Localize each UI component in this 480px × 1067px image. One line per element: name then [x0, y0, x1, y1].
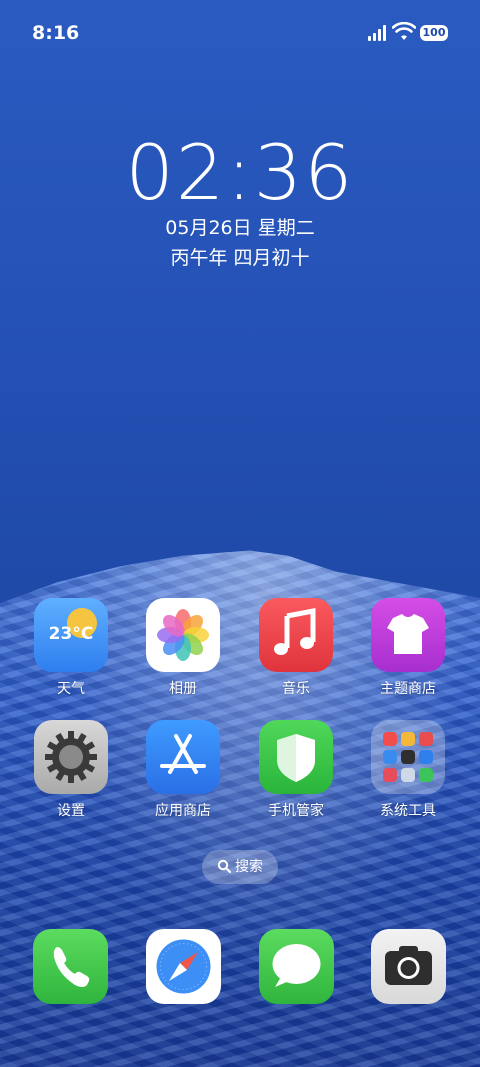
- app-label: 应用商店: [155, 803, 211, 819]
- app-label: 音乐: [282, 681, 310, 697]
- weather-temp: 23°C: [48, 624, 94, 644]
- app-weather[interactable]: 23°C 天气: [21, 598, 121, 698]
- app-app-store[interactable]: 应用商店: [133, 720, 233, 820]
- app-theme-store[interactable]: 主题商店: [358, 598, 458, 698]
- dock-browser[interactable]: [146, 929, 221, 1004]
- app-label: 主题商店: [380, 681, 436, 697]
- weather-icon: 23°C: [34, 598, 108, 672]
- app-label: 手机管家: [268, 803, 324, 819]
- camera-icon: [385, 946, 432, 985]
- status-bar: 8:16 100: [0, 0, 480, 64]
- phone-icon: [53, 947, 90, 987]
- gallery-icon: [146, 598, 220, 672]
- dock-camera[interactable]: [371, 929, 446, 1004]
- folder-system-tools[interactable]: 系统工具: [358, 720, 458, 820]
- status-time: 8:16: [32, 22, 80, 44]
- shield-icon: [259, 720, 333, 794]
- clock-time[interactable]: 02:36: [0, 128, 480, 217]
- app-phone-manager[interactable]: 手机管家: [246, 720, 346, 820]
- gear-icon: [34, 720, 108, 794]
- dock-messages[interactable]: [259, 929, 334, 1004]
- search-label: 搜索: [235, 859, 263, 875]
- music-icon: [259, 598, 333, 672]
- message-bubble-icon: [272, 944, 321, 987]
- dock-phone[interactable]: [33, 929, 108, 1004]
- app-gallery[interactable]: 相册: [133, 598, 233, 698]
- folder-icon: [371, 720, 445, 794]
- app-music[interactable]: 音乐: [246, 598, 346, 698]
- search-button[interactable]: 搜索: [202, 850, 278, 884]
- signal-icon: [368, 25, 388, 41]
- search-icon: [217, 859, 231, 873]
- app-label: 设置: [57, 803, 85, 819]
- theme-store-icon: [371, 598, 445, 672]
- lunar-date: 丙午年 四月初十: [170, 247, 310, 269]
- app-label: 系统工具: [380, 803, 436, 819]
- app-label: 相册: [169, 681, 197, 697]
- app-label: 天气: [57, 681, 85, 697]
- wifi-icon: [392, 22, 416, 40]
- battery-icon: 100: [420, 25, 448, 41]
- compass-icon: [156, 939, 211, 994]
- clock-date: 05月26日 星期二: [165, 217, 315, 239]
- app-store-icon: [146, 720, 220, 794]
- app-settings[interactable]: 设置: [21, 720, 121, 820]
